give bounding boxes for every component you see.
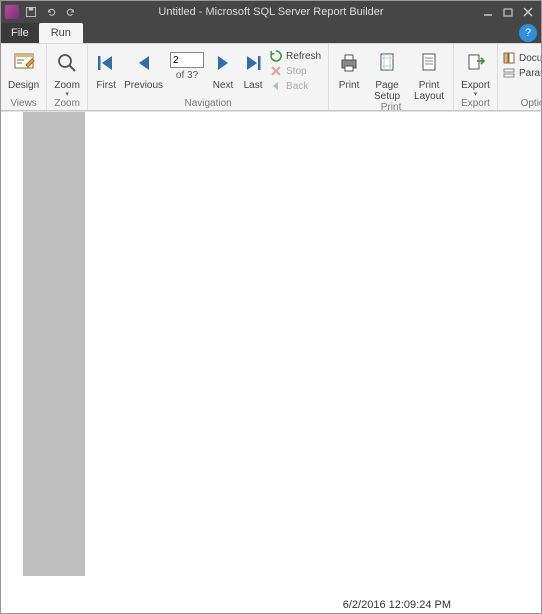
group-print-label: Print — [332, 102, 450, 111]
first-button[interactable]: First — [91, 46, 121, 91]
group-options: Document Parameters Options — [498, 44, 541, 110]
back-button: Back — [270, 80, 321, 92]
page-setup-button[interactable]: Page Setup — [366, 46, 408, 102]
window-title: Untitled - Microsoft SQL Server Report B… — [158, 6, 383, 18]
report-body-placeholder — [23, 112, 85, 576]
next-icon — [213, 48, 233, 78]
undo-icon[interactable] — [43, 4, 59, 20]
group-navigation: First Previous of 3? Next Last R — [88, 44, 329, 110]
refresh-icon — [270, 50, 282, 62]
parameters-button[interactable]: Parameters — [503, 67, 541, 79]
tab-file[interactable]: File — [1, 23, 39, 43]
print-layout-button[interactable]: Print Layout — [408, 46, 450, 102]
tab-strip: File Run ? — [1, 23, 541, 43]
last-button[interactable]: Last — [238, 46, 268, 91]
zoom-dropdown-icon: ▾ — [65, 90, 69, 98]
close-button[interactable] — [521, 5, 535, 19]
zoom-icon — [55, 48, 79, 78]
help-button[interactable]: ? — [519, 24, 537, 42]
execution-timestamp: 6/2/2016 12:09:24 PM — [343, 599, 451, 611]
last-icon — [243, 48, 263, 78]
minimize-button[interactable] — [481, 5, 495, 19]
parameters-icon — [503, 67, 515, 79]
title-bar: Untitled - Microsoft SQL Server Report B… — [1, 1, 541, 23]
maximize-button[interactable] — [501, 5, 515, 19]
document-map-button[interactable]: Document — [503, 52, 541, 64]
design-label: Design — [8, 80, 39, 91]
ribbon: Design Views Zoom ▾ Zoom First — [1, 43, 541, 111]
document-map-icon — [503, 52, 515, 64]
print-layout-icon — [417, 48, 441, 78]
zoom-button[interactable]: Zoom ▾ — [50, 46, 84, 98]
group-options-label: Options — [501, 98, 541, 110]
page-of-label: of 3? — [176, 70, 198, 81]
app-icon — [5, 5, 19, 19]
refresh-button[interactable]: Refresh — [270, 50, 321, 62]
next-button[interactable]: Next — [208, 46, 238, 91]
print-icon — [337, 48, 361, 78]
previous-icon — [134, 48, 154, 78]
qat-save-button[interactable] — [23, 4, 39, 20]
group-export: Export ▾ Export — [454, 44, 498, 110]
group-navigation-label: Navigation — [91, 98, 325, 110]
group-zoom-label: Zoom — [50, 98, 84, 110]
stop-icon — [270, 65, 282, 77]
previous-button[interactable]: Previous — [121, 46, 166, 91]
redo-icon[interactable] — [63, 4, 79, 20]
tab-run[interactable]: Run — [39, 23, 83, 43]
report-preview-area[interactable]: 6/2/2016 12:09:24 PM — [1, 111, 541, 613]
export-icon — [464, 48, 488, 78]
page-selector: of 3? — [166, 46, 208, 81]
group-views: Design Views — [1, 44, 47, 110]
first-icon — [96, 48, 116, 78]
export-dropdown-icon: ▾ — [474, 90, 478, 98]
print-button[interactable]: Print — [332, 46, 366, 91]
page-setup-icon — [375, 48, 399, 78]
stop-button: Stop — [270, 65, 321, 77]
design-icon — [12, 48, 36, 78]
group-print: Print Page Setup Print Layout Print — [329, 44, 454, 110]
group-zoom: Zoom ▾ Zoom — [47, 44, 88, 110]
group-views-label: Views — [4, 98, 43, 110]
page-input[interactable] — [170, 52, 204, 68]
group-export-label: Export — [457, 98, 494, 110]
nav-mini-actions: Refresh Stop Back — [268, 46, 325, 92]
back-icon — [270, 80, 282, 92]
design-button[interactable]: Design — [4, 46, 43, 91]
export-button[interactable]: Export ▾ — [457, 46, 494, 98]
